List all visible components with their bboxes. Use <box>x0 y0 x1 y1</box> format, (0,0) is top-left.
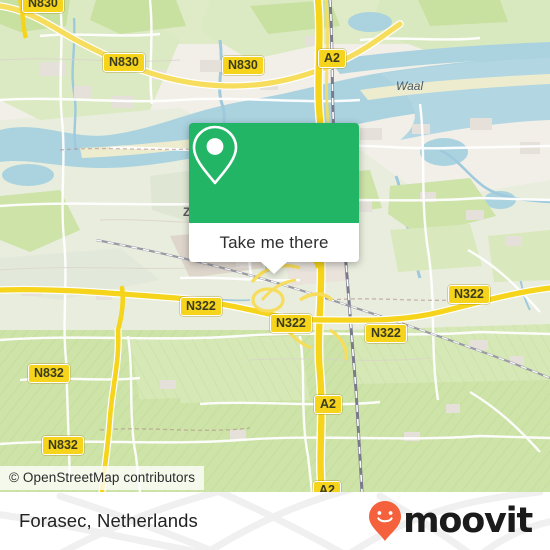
location-title: Forasec, Netherlands <box>19 510 198 531</box>
road-shield-a2: A2 <box>314 395 342 414</box>
road-shield-n322: N322 <box>365 324 407 343</box>
road-shield-n322: N322 <box>448 285 490 304</box>
road-shield-n322: N322 <box>180 297 222 316</box>
footer-bar: Forasec, Netherlands moovit <box>0 492 550 550</box>
popup-pointer <box>261 262 287 274</box>
road-shield-n322: N322 <box>270 314 312 333</box>
map-pin-icon <box>192 125 238 185</box>
road-shield-n830: N830 <box>222 56 264 75</box>
road-shield-n832: N832 <box>42 436 84 455</box>
osm-attribution[interactable]: © OpenStreetMap contributors <box>0 466 205 490</box>
take-me-there-label: Take me there <box>219 232 329 252</box>
popup-icon-area <box>189 123 359 223</box>
moovit-logo[interactable]: moovit <box>368 500 533 542</box>
road-shield-n832: N832 <box>28 364 70 383</box>
map-popup-card[interactable]: Take me there <box>189 123 359 274</box>
road-shield-a2: A2 <box>318 49 346 68</box>
moovit-pin-icon <box>369 501 402 541</box>
map-screen: Waal Zal N830 N830 N830 A2 N322 N322 N32… <box>0 0 550 550</box>
take-me-there-button[interactable]: Take me there <box>189 223 359 262</box>
road-shield-n830: N830 <box>22 0 64 13</box>
moovit-wordmark: moovit <box>403 500 533 541</box>
road-shield-a2: A2 <box>313 481 341 492</box>
map-canvas[interactable]: Waal Zal N830 N830 N830 A2 N322 N322 N32… <box>0 0 550 492</box>
water-label-waal: Waal <box>396 79 424 93</box>
road-shield-n830: N830 <box>103 53 145 72</box>
